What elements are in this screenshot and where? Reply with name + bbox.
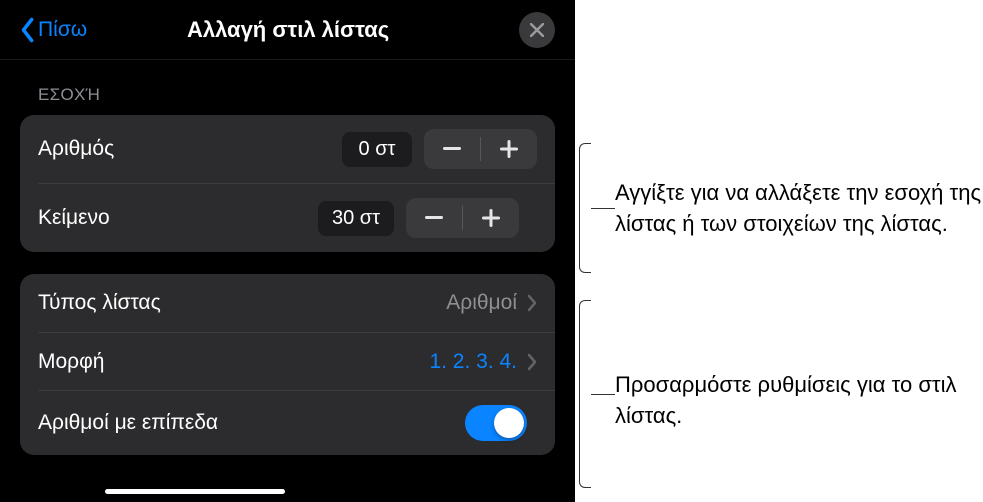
number-indent-row: Αριθμός 0 στ <box>20 115 555 183</box>
indent-group: Αριθμός 0 στ Κείμενο 30 στ <box>20 115 555 252</box>
callout-bracket <box>579 143 591 273</box>
list-type-label: Τύπος λίστας <box>38 291 446 315</box>
tiered-label: Αριθμοί με επίπεδα <box>38 411 465 435</box>
minus-icon <box>425 216 443 220</box>
page-title: Αλλαγή στιλ λίστας <box>57 17 519 43</box>
text-indent-row: Κείμενο 30 στ <box>38 183 555 252</box>
tiered-toggle[interactable] <box>465 405 527 441</box>
list-type-row[interactable]: Τύπος λίστας Αριθμοί <box>20 274 555 332</box>
number-label: Αριθμός <box>38 137 342 161</box>
close-button[interactable] <box>519 12 555 48</box>
plus-icon <box>500 140 518 158</box>
annotation-area: Αγγίξτε για να αλλάξετε την εσοχή της λί… <box>575 0 983 502</box>
tiered-numbers-row: Αριθμοί με επίπεδα <box>38 390 555 455</box>
number-value[interactable]: 0 στ <box>342 132 412 167</box>
text-label: Κείμενο <box>38 206 318 230</box>
text-decrement[interactable] <box>406 198 462 238</box>
callout-bracket <box>579 300 591 488</box>
home-indicator <box>105 489 285 494</box>
format-detail: 1. 2. 3. 4. <box>429 350 517 374</box>
annotation-style: Προσαρμόστε ρυθμίσεις για το στιλ λίστας… <box>615 370 983 432</box>
text-stepper <box>406 198 519 238</box>
chevron-right-icon <box>527 353 537 371</box>
text-value[interactable]: 30 στ <box>318 201 394 236</box>
number-increment[interactable] <box>481 129 537 169</box>
list-type-detail: Αριθμοί <box>446 291 517 315</box>
toggle-knob <box>494 408 524 438</box>
chevron-left-icon <box>20 17 34 43</box>
style-group: Τύπος λίστας Αριθμοί Μορφή 1. 2. 3. 4. Α… <box>20 274 555 455</box>
format-row[interactable]: Μορφή 1. 2. 3. 4. <box>38 332 555 390</box>
settings-panel: Πίσω Αλλαγή στιλ λίστας ΕΣΟΧΉ Αριθμός 0 … <box>0 0 575 502</box>
plus-icon <box>482 209 500 227</box>
number-stepper <box>424 129 537 169</box>
indent-section-header: ΕΣΟΧΉ <box>0 60 575 115</box>
annotation-indent: Αγγίξτε για να αλλάξετε την εσοχή της λί… <box>615 178 983 240</box>
chevron-right-icon <box>527 294 537 312</box>
format-label: Μορφή <box>38 350 429 374</box>
minus-icon <box>443 147 461 151</box>
close-icon <box>530 23 544 37</box>
text-increment[interactable] <box>463 198 519 238</box>
number-decrement[interactable] <box>424 129 480 169</box>
header-bar: Πίσω Αλλαγή στιλ λίστας <box>0 0 575 60</box>
